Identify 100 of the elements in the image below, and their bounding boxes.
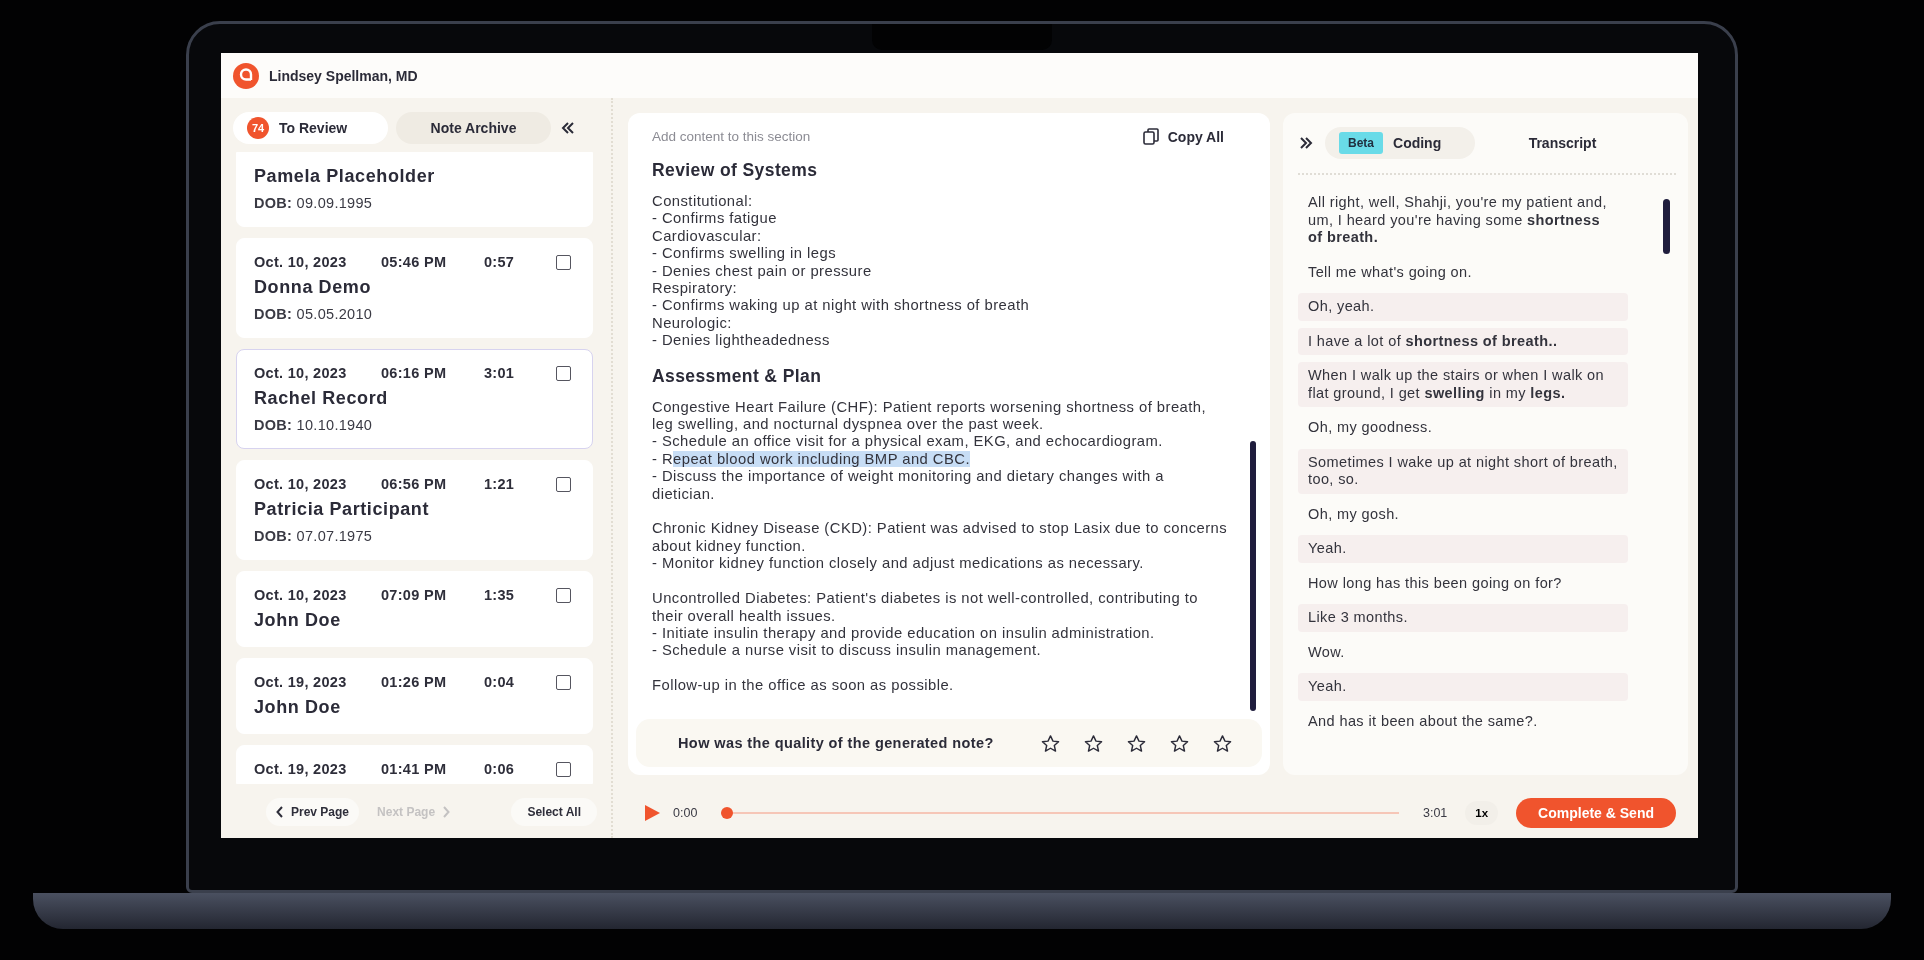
- chevron-left-icon: [276, 806, 284, 818]
- visit-date: Oct. 10, 2023: [254, 365, 348, 381]
- visit-date: Oct. 19, 2023: [254, 761, 348, 777]
- patient-card[interactable]: Oct. 19, 2023 01:41 PM 0:06: [236, 745, 593, 784]
- visit-time: 06:56 PM: [381, 476, 448, 492]
- clinician-message: Oh, my goodness.: [1307, 418, 1434, 437]
- star-icon[interactable]: [1170, 733, 1189, 753]
- note-line: - Confirms swelling in legs: [652, 245, 837, 263]
- user-name: Lindsey Spellman, MD: [269, 67, 418, 84]
- scrollbar-thumb[interactable]: [1250, 441, 1256, 711]
- date-of-birth: DOB: 10.10.1940: [254, 417, 374, 433]
- visit-date: Oct. 10, 2023: [254, 254, 348, 270]
- section-heading: Assessment & Plan: [652, 365, 823, 386]
- note-line: Cardiovascular:: [652, 227, 763, 246]
- patient-message: Like 3 months.: [1298, 604, 1628, 632]
- collapse-icon[interactable]: [559, 121, 576, 135]
- note-line: - Denies chest pain or pressure: [652, 262, 873, 281]
- checkbox[interactable]: [556, 365, 571, 381]
- total-time: 3:01: [1422, 806, 1448, 820]
- patient-name: Rachel Record: [254, 388, 389, 409]
- patient-message: Yeah.: [1298, 535, 1628, 563]
- star-icon[interactable]: [1127, 733, 1146, 753]
- clinician-message: Oh, my gosh.: [1307, 504, 1401, 524]
- visit-time: 05:46 PM: [381, 254, 448, 270]
- patient-card[interactable]: Oct. 10, 2023 06:56 PM 1:21 Patricia Participant DOB: 07.07.1975: [236, 460, 593, 560]
- patient-card[interactable]: Oct. 10, 2023 07:09 PM 1:35 John Doe: [236, 571, 593, 647]
- patient-name: Pamela Placeholder: [254, 166, 436, 187]
- clinician-message: And has it been about the same?.: [1307, 711, 1539, 731]
- rating-question: How was the quality of the generated note?: [678, 735, 994, 751]
- checkbox[interactable]: [556, 761, 571, 777]
- note-line: - Initiate insulin therapy and provide education on insulin administration.: [652, 624, 1156, 643]
- copy-icon: [1142, 128, 1159, 145]
- clinician-message: Wow.: [1307, 642, 1346, 662]
- visit-duration: 0:57: [484, 254, 516, 270]
- section-placeholder[interactable]: Add content to this section: [652, 129, 811, 144]
- checkbox[interactable]: [556, 254, 571, 270]
- visit-date: Oct. 10, 2023: [254, 587, 348, 603]
- date-of-birth: DOB: 07.07.1975: [254, 528, 374, 544]
- note-line: - Repeat blood work including BMP and CBC.: [652, 450, 972, 469]
- clinician-message: How long has this been going on for?: [1307, 573, 1563, 593]
- patient-name: Donna Demo: [254, 277, 372, 298]
- star-icon[interactable]: [1041, 733, 1060, 753]
- play-icon[interactable]: [643, 804, 661, 822]
- patient-message: Yeah.: [1298, 673, 1628, 701]
- review-tab[interactable]: Note Archive: [396, 112, 551, 144]
- copy-all-button[interactable]: Copy All: [1136, 127, 1230, 146]
- note-line: Follow-up in the office as soon as possible.: [652, 677, 955, 695]
- checkbox[interactable]: [556, 587, 571, 603]
- section-heading: Review of Systems: [652, 160, 819, 180]
- visit-time: 01:26 PM: [381, 674, 448, 690]
- note-line: Neurologic:: [652, 314, 733, 333]
- visit-duration: 1:21: [484, 476, 516, 492]
- patient-card[interactable]: Pamela Placeholder DOB: 09.09.1995: [236, 152, 593, 227]
- note-line: - Denies lightheadedness: [652, 332, 831, 350]
- patient-name: John Doe: [254, 610, 342, 631]
- note-line: Congestive Heart Failure (CHF): Patient reports worsening shortness of breath, leg swelling, and nocturnal dyspnea over the past week.: [652, 398, 1208, 434]
- expand-icon[interactable]: [1298, 136, 1315, 150]
- visit-duration: 0:04: [484, 674, 516, 690]
- patient-message: I have a lot of shortness of breath..: [1298, 327, 1628, 355]
- note-line: Constitutional:: [652, 193, 754, 211]
- star-icon[interactable]: [1213, 733, 1232, 753]
- visit-date: Oct. 10, 2023: [254, 476, 348, 492]
- note-line: - Discuss the importance of weight monitoring and dietary changes with a dietician.: [652, 468, 1165, 504]
- patient-name: John Doe: [254, 697, 342, 718]
- prev-page-button[interactable]: Prev Page: [266, 798, 360, 826]
- select-all-button[interactable]: Select All: [511, 798, 597, 826]
- date-of-birth: DOB: 05.05.2010: [254, 306, 374, 322]
- visit-duration: 0:06: [484, 761, 516, 777]
- patient-message: Oh, yeah.: [1298, 293, 1628, 321]
- note-line: - Schedule an office visit for a physical exam, EKG, and echocardiogram.: [652, 433, 1164, 451]
- note-line: - Monitor kidney function closely and adjust medications as necessary.: [652, 555, 1145, 573]
- note-line: Respiratory:: [652, 280, 739, 298]
- patient-message: When I walk up the stairs or when I walk on flat ground, I get swelling in my legs.: [1298, 362, 1628, 407]
- speed-button[interactable]: 1x: [1465, 801, 1499, 825]
- patient-card[interactable]: Oct. 19, 2023 01:26 PM 0:04 John Doe: [236, 658, 593, 734]
- visit-date: Oct. 19, 2023: [254, 674, 348, 690]
- logo-icon: [233, 62, 259, 89]
- star-icon[interactable]: [1084, 733, 1103, 753]
- clinician-message: Tell me what's going on.: [1307, 262, 1473, 282]
- note-line: - Confirms fatigue: [652, 210, 778, 228]
- patient-card[interactable]: Oct. 10, 2023 05:46 PM 0:57 Donna Demo DOB: 05.05.2010: [236, 238, 593, 338]
- note-line: - Schedule a nurse visit to discuss insulin management.: [652, 642, 1043, 660]
- playhead-handle[interactable]: [721, 807, 734, 819]
- visit-time: 01:41 PM: [381, 761, 448, 777]
- checkbox[interactable]: [556, 674, 571, 690]
- chevron-right-icon: [442, 806, 451, 818]
- visit-duration: 3:01: [484, 365, 516, 381]
- current-time: 0:00: [673, 806, 698, 820]
- clinician-message: All right, well, Shahji, you're my patient and, um, I heard you're having some shortness of breath.: [1307, 193, 1608, 247]
- audio-track[interactable]: [721, 807, 1399, 819]
- review-tab[interactable]: 74 To Review: [233, 112, 388, 144]
- visit-time: 06:16 PM: [381, 365, 448, 381]
- note-line: - Confirms waking up at night with shortness of breath: [652, 297, 1031, 315]
- scrollbar-thumb[interactable]: [1663, 199, 1670, 254]
- patient-name: Patricia Participant: [254, 499, 431, 520]
- checkbox[interactable]: [556, 476, 571, 492]
- patient-message: Sometimes I wake up at night short of breath, too, so.: [1298, 448, 1628, 494]
- panel-tab[interactable]: Beta Coding: [1325, 127, 1475, 159]
- visit-duration: 1:35: [484, 587, 516, 603]
- patient-card[interactable]: Oct. 10, 2023 06:16 PM 3:01 Rachel Record DOB: 10.10.1940: [236, 349, 593, 449]
